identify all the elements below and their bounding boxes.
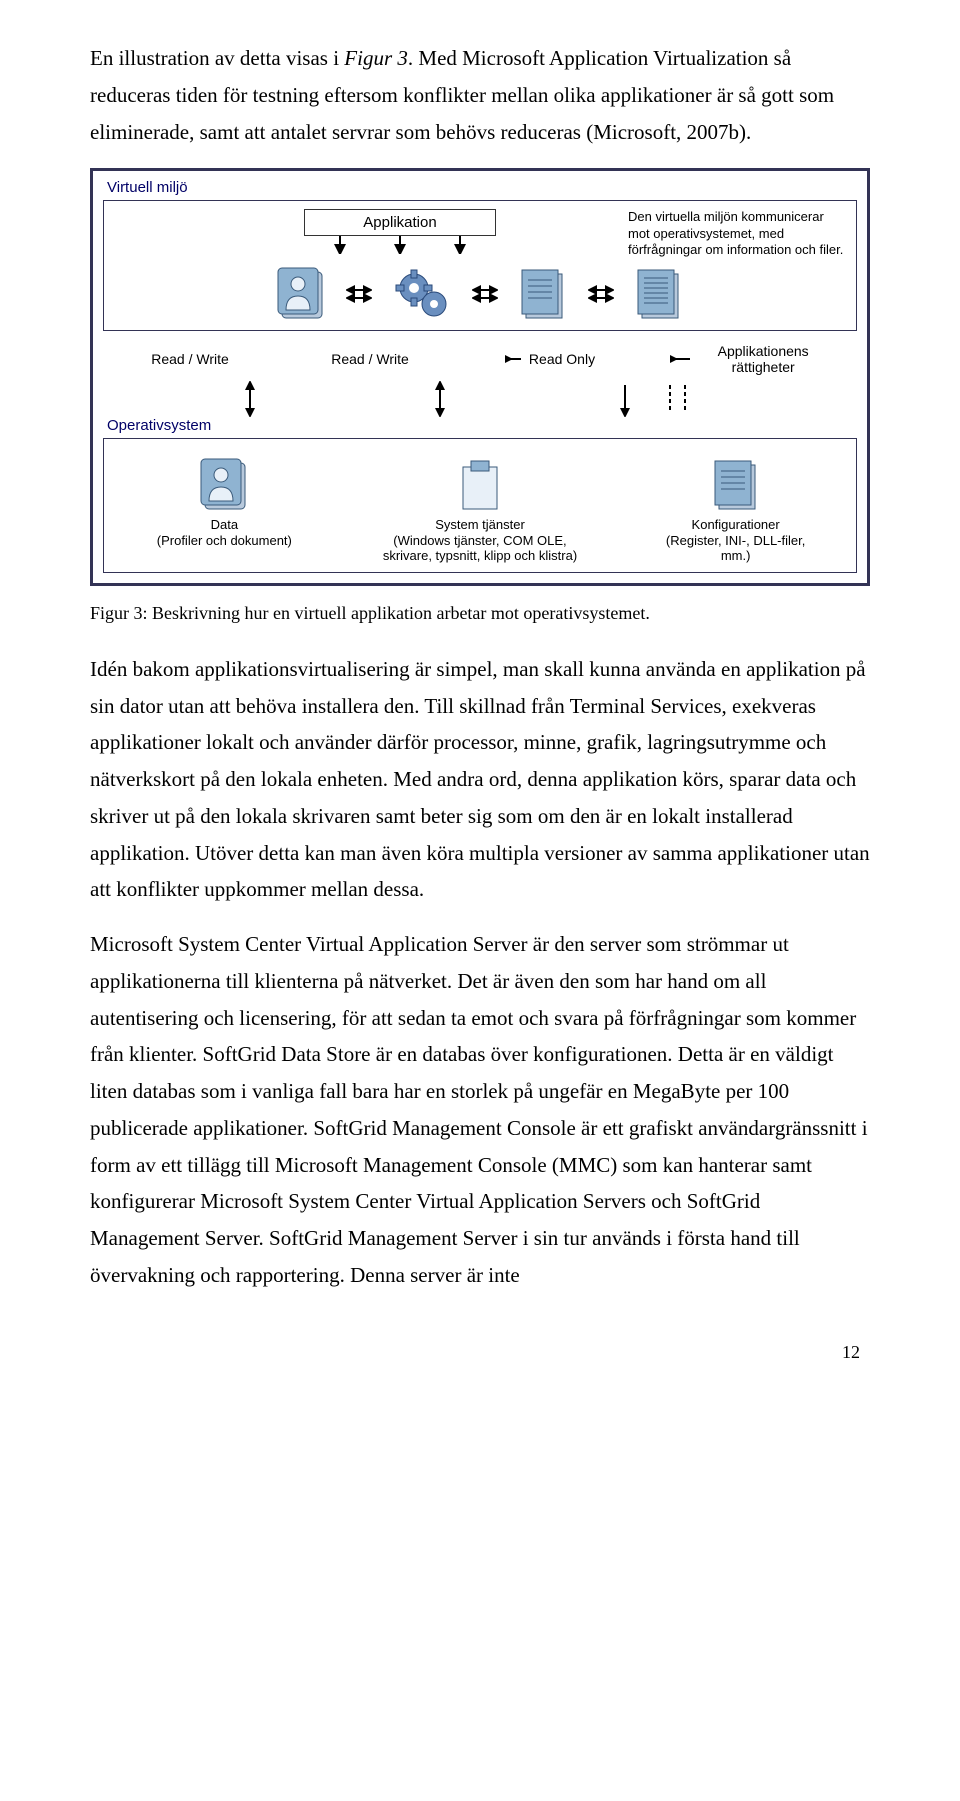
arrow-left-icon [670, 352, 690, 366]
gears-icon [392, 266, 452, 322]
os-config-title: Konfigurationer [651, 517, 821, 533]
user-icon [199, 457, 249, 513]
double-arrow-icon [588, 284, 614, 304]
os-services-item: System tjänster (Windows tjänster, COM O… [380, 457, 580, 564]
os-data-item: Data (Profiler och dokument) [139, 457, 309, 548]
operativsystem-label: Operativsystem [107, 417, 857, 434]
middle-labels-row: Read / Write Read / Write Read Only Appl… [103, 337, 857, 381]
down-arrows-icon [300, 236, 500, 254]
app-rights-label: Applikationens rättigheter [696, 343, 830, 375]
user-icon [276, 266, 326, 322]
read-only-label: Read Only [529, 351, 595, 367]
para1-figure-ref: Figur 3 [344, 46, 408, 70]
read-write-label-1: Read / Write [130, 351, 250, 367]
clipboard-icon [455, 457, 505, 513]
paragraph-3: Microsoft System Center Virtual Applicat… [90, 926, 870, 1294]
page-number: 12 [90, 1312, 870, 1363]
applikation-box: Applikation [304, 209, 496, 236]
os-data-title: Data [139, 517, 309, 533]
os-services-title: System tjänster [380, 517, 580, 533]
document-icon [634, 266, 684, 322]
os-config-item: Konfigurationer (Register, INI-, DLL-fil… [651, 457, 821, 564]
os-data-sub: (Profiler och dokument) [139, 533, 309, 549]
os-config-sub: (Register, INI-, DLL-filer, mm.) [651, 533, 821, 564]
os-services-sub: (Windows tjänster, COM OLE, skrivare, ty… [380, 533, 580, 564]
virtual-env-description: Den virtuella miljön kommunicerar mot op… [628, 209, 848, 258]
arrow-left-icon [505, 352, 523, 366]
figure-3-diagram: Virtuell miljö Applikation Den virtuella… [90, 168, 870, 586]
virtuell-miljo-label: Virtuell miljö [107, 179, 857, 196]
paragraph-1: En illustration av detta visas i Figur 3… [90, 40, 870, 150]
virtual-environment-box: Applikation Den virtuella miljön kommuni… [103, 200, 857, 331]
document-icon [711, 457, 761, 513]
operating-system-box: Data (Profiler och dokument) System tjän… [103, 438, 857, 573]
paragraph-2: Idén bakom applikationsvirtualisering är… [90, 651, 870, 908]
figure-3-caption: Figur 3: Beskrivning hur en virtuell app… [90, 600, 870, 627]
double-arrow-icon [472, 284, 498, 304]
double-arrow-icon [346, 284, 372, 304]
document-icon [518, 266, 568, 322]
document-page: En illustration av detta visas i Figur 3… [0, 0, 960, 1393]
connector-arrows-icon [130, 381, 830, 417]
para1-text-a: En illustration av detta visas i [90, 46, 344, 70]
read-write-label-2: Read / Write [310, 351, 430, 367]
